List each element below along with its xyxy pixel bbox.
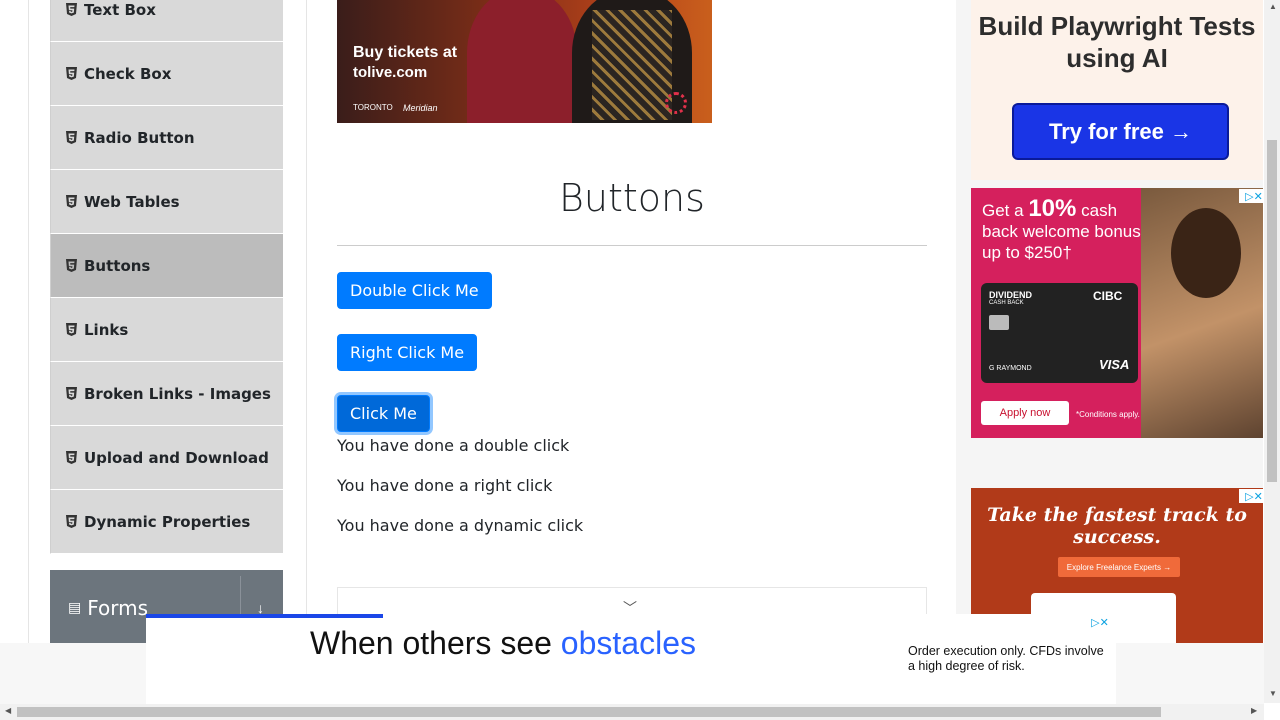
html5-icon (66, 258, 78, 273)
sidebar-item-label: Radio Button (84, 128, 195, 147)
sidebar-item-text-box[interactable]: Text Box (50, 0, 283, 42)
sidebar-item-links[interactable]: Links (50, 298, 283, 362)
html5-icon (66, 514, 78, 529)
card-name: DIVIDEND (989, 290, 1033, 300)
sidebar-item-upload-download[interactable]: Upload and Download (50, 426, 283, 490)
scroll-left-icon[interactable]: ◀ (5, 706, 11, 715)
ad2-percent: 10% (1028, 195, 1077, 222)
sidebar-item-label: Links (84, 320, 129, 339)
card-holder: G RAYMOND (989, 365, 1032, 372)
dynamic-click-message: You have done a dynamic click (337, 516, 584, 535)
bottom-ad-disclaimer: Order execution only. CFDs involve a hig… (908, 644, 1104, 673)
right-click-message: You have done a right click (337, 476, 553, 495)
bottom-ad-headline: When others see obstacles (310, 625, 696, 662)
sidebar-item-label: Web Tables (84, 192, 180, 211)
banner-partner1: TORONTO (353, 103, 393, 112)
playwright-ad[interactable]: Build Playwright Tests using AI Try for … (971, 0, 1263, 180)
sidebar-item-check-box[interactable]: Check Box (50, 42, 283, 106)
sidebar-item-label: Broken Links - Images (84, 384, 271, 403)
scroll-right-icon[interactable]: ▶ (1251, 706, 1257, 715)
bottom-ad-text-b: obstacles (560, 625, 696, 661)
html5-icon (66, 386, 78, 401)
sidebar-item-label: Dynamic Properties (84, 512, 251, 531)
scroll-down-icon[interactable]: ▼ (1269, 689, 1277, 698)
sidebar-item-broken-links[interactable]: Broken Links - Images (50, 362, 283, 426)
title-divider (337, 245, 927, 246)
bottom-ad-text-a: When others see (310, 625, 561, 661)
html5-icon (66, 450, 78, 465)
cibc-ad[interactable]: Get a 10% cash back welcome bonus up to … (971, 188, 1263, 438)
document-icon: ▤ (68, 599, 82, 615)
credit-card-image: DIVIDEND CASH BACK CIBC G RAYMOND VISA (981, 283, 1138, 383)
banner-partner2: Meridian (403, 103, 438, 113)
double-click-message: You have done a double click (337, 436, 570, 455)
try-free-button[interactable]: Try for free → (1012, 103, 1229, 160)
html5-icon (66, 66, 78, 81)
ad2-line1: Get a (982, 201, 1024, 220)
scrollbar-thumb[interactable] (17, 707, 1161, 717)
banner-ad[interactable]: Buy tickets at tolive.com TORONTO Meridi… (337, 0, 712, 123)
click-me-button[interactable]: Click Me (337, 395, 430, 432)
banner-line2: tolive.com (353, 64, 428, 81)
sidebar-item-radio-button[interactable]: Radio Button (50, 106, 283, 170)
performer-figure (467, 0, 577, 123)
gutter-divider (28, 0, 29, 643)
html5-icon (66, 194, 78, 209)
sidebar: Text Box Check Box Radio Button Web Tabl… (50, 0, 283, 554)
vertical-scrollbar[interactable]: ▲ ▼ (1264, 0, 1280, 703)
ad1-title: Build Playwright Tests using AI (978, 11, 1256, 73)
card-bank: CIBC (1093, 289, 1123, 303)
horizontal-scrollbar[interactable]: ◀ ▶ (0, 704, 1264, 720)
page: Text Box Check Box Radio Button Web Tabl… (0, 0, 1280, 720)
performer-jacket (592, 10, 672, 120)
dots-logo-icon (665, 92, 687, 114)
ad2-headline: Get a 10% cash back welcome bonus up to … (982, 195, 1142, 263)
ad2-conditions: *Conditions apply. (1076, 410, 1140, 419)
banner-line1: Buy tickets at (353, 44, 458, 61)
ad-progress-bar (146, 614, 383, 618)
sidebar-item-label: Buttons (84, 256, 151, 275)
ad3-title: Take the fastest track to success. (987, 504, 1247, 548)
sidebar-item-web-tables[interactable]: Web Tables (50, 170, 283, 234)
html5-icon (66, 2, 78, 17)
explore-experts-button[interactable]: Explore Freelance Experts → (1058, 557, 1180, 577)
scrollbar-thumb[interactable] (1267, 140, 1277, 482)
card-sub: CASH BACK (989, 300, 1024, 306)
html5-icon (66, 130, 78, 145)
card-chip-icon (989, 315, 1009, 330)
sidebar-item-dynamic-properties[interactable]: Dynamic Properties (50, 490, 283, 554)
html5-icon (66, 322, 78, 337)
sidebar-item-label: Text Box (84, 0, 156, 19)
double-click-button[interactable]: Double Click Me (337, 272, 492, 309)
card-brand: VISA (1099, 357, 1130, 372)
apply-now-button[interactable]: Apply now (981, 401, 1069, 425)
scroll-up-icon[interactable]: ▲ (1269, 2, 1277, 11)
content-divider (306, 0, 307, 643)
page-title: Buttons (559, 176, 705, 220)
ad-photo-person (1171, 208, 1241, 298)
right-click-button[interactable]: Right Click Me (337, 334, 478, 371)
forms-group-label: Forms (87, 595, 149, 620)
sidebar-item-buttons[interactable]: Buttons (50, 234, 283, 298)
sidebar-item-label: Check Box (84, 64, 172, 83)
sidebar-item-label: Upload and Download (84, 448, 269, 467)
bottom-banner-ad[interactable]: When others see obstacles Order executio… (146, 614, 1116, 704)
adchoices-icon[interactable]: ▷✕ (1085, 615, 1115, 629)
